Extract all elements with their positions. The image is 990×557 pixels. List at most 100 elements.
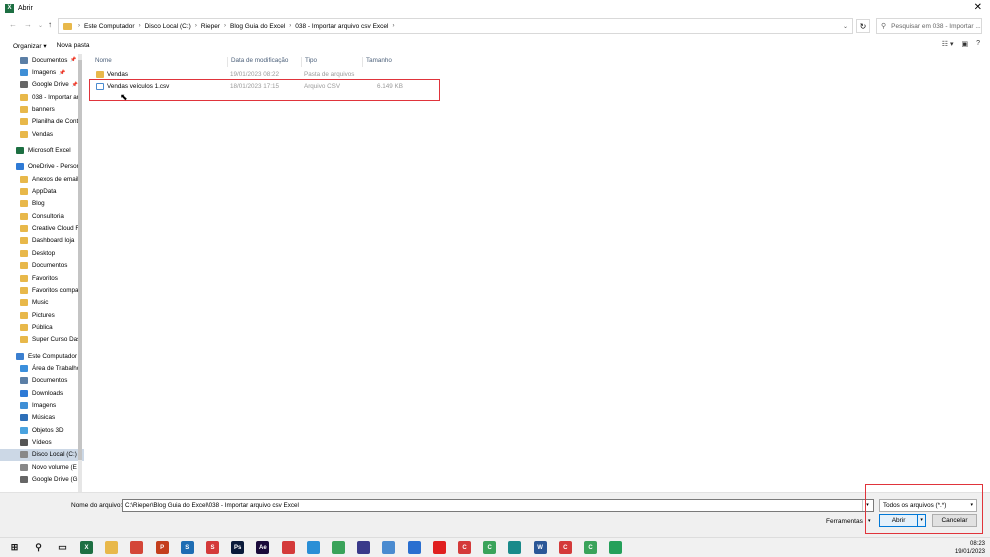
filename-input[interactable]: C:\Rieper\Blog Guia do Excel\038 - Impor…	[122, 499, 874, 512]
app-s-icon[interactable]: S	[206, 541, 219, 554]
new-folder-button[interactable]: Nova pasta	[57, 42, 90, 49]
sidebar-scroll-thumb[interactable]	[78, 60, 82, 460]
sidebar-item-label: banners	[32, 106, 55, 114]
app-green3-icon[interactable]: C	[584, 541, 597, 554]
sidebar-item[interactable]: Objetos 3D	[0, 424, 84, 436]
sidebar-item[interactable]: Dashboard loja	[0, 235, 84, 247]
app-red2-icon[interactable]: C	[558, 541, 572, 554]
sidebar-item[interactable]: Pictures	[0, 309, 84, 321]
chrome-icon[interactable]	[130, 541, 144, 554]
sidebar-item[interactable]: Downloads	[0, 387, 84, 399]
youtube-icon[interactable]	[432, 541, 446, 554]
column-header-size[interactable]: Tamanho	[362, 57, 392, 67]
after-effects-icon[interactable]: Ae	[256, 541, 270, 554]
media-icon[interactable]	[281, 541, 295, 554]
app-red-icon[interactable]: C	[458, 541, 471, 554]
sidebar-item[interactable]: Consultoria	[0, 210, 84, 222]
sidebar-item[interactable]: Super Curso Das	[0, 334, 84, 346]
task-view-icon[interactable]: ▭	[56, 541, 69, 554]
chevron-down-icon[interactable]: ⌄	[843, 23, 848, 30]
file-date: 19/01/2023 08:22	[230, 71, 280, 78]
sidebar-item-label: Google Drive (G:	[32, 476, 80, 484]
sidebar-item-label: Área de Trabalho	[32, 364, 81, 372]
sidebar-item[interactable]: Creative Cloud F	[0, 222, 84, 234]
whatsapp-icon[interactable]	[609, 541, 623, 554]
sidebar-item[interactable]: Documentos	[0, 260, 84, 272]
sidebar-item[interactable]: Desktop	[0, 247, 84, 259]
sidebar-item[interactable]: Blog	[0, 198, 84, 210]
headset-icon[interactable]	[357, 541, 371, 554]
breadcrumb-item[interactable]: Rieper	[201, 23, 220, 30]
view-options-icon[interactable]: ☷ ▾	[942, 40, 954, 48]
sidebar-item[interactable]: Imagens 📌	[0, 66, 84, 78]
sidebar-item[interactable]: banners	[0, 103, 84, 115]
title-bar: X Abrir ✕	[0, 0, 990, 16]
sidebar-item[interactable]: Disco Local (C:)	[0, 448, 84, 461]
sidebar-item[interactable]: Pública	[0, 321, 84, 333]
preview-pane-icon[interactable]: ▣	[961, 40, 968, 48]
breadcrumb-item[interactable]: Blog Guia do Excel	[230, 23, 285, 30]
sidebar-item[interactable]: Favoritos compa	[0, 284, 84, 296]
sidebar-item[interactable]: OneDrive - Persor	[0, 161, 84, 173]
powerpoint-icon[interactable]: P	[155, 541, 169, 554]
edge-icon[interactable]	[508, 541, 522, 554]
notepad-icon[interactable]	[382, 541, 396, 554]
sidebar-item[interactable]: Google Drive 📌	[0, 79, 84, 91]
word-icon[interactable]: W	[533, 541, 547, 554]
sidebar-item-label: Este Computador	[28, 352, 78, 360]
app-blue2-icon[interactable]	[407, 541, 421, 554]
sidebar-item[interactable]: Área de Trabalho	[0, 362, 84, 374]
sidebar-item[interactable]: 038 - Importar ar	[0, 91, 84, 103]
sidebar-item[interactable]: Google Drive (G:	[0, 473, 84, 485]
address-bar[interactable]: › Este Computador › Disco Local (C:) › R…	[58, 18, 853, 34]
sidebar-item[interactable]: Imagens	[0, 399, 84, 411]
forward-arrow-icon[interactable]: →	[24, 20, 32, 29]
breadcrumb-item[interactable]: Disco Local (C:)	[145, 23, 191, 30]
app-green-icon[interactable]	[332, 541, 345, 554]
close-icon[interactable]: ✕	[974, 2, 982, 13]
sidebar-item[interactable]: Vendas	[0, 128, 84, 140]
breadcrumb-item[interactable]: 038 - Importar arquivo csv Excel	[295, 23, 388, 30]
music-icon	[20, 414, 28, 422]
sidebar-item[interactable]: Vídeos	[0, 436, 84, 448]
file-explorer-icon[interactable]	[105, 541, 119, 554]
sidebar-item[interactable]: Este Computador	[0, 350, 84, 362]
sidebar-item[interactable]: Músicas	[0, 412, 84, 424]
sidebar-item[interactable]: Microsoft Excel	[0, 144, 84, 156]
sidebar-item[interactable]: Music	[0, 297, 84, 309]
sidebar-item[interactable]: Anexos de email	[0, 173, 84, 185]
clock-time: 08:23	[969, 541, 985, 547]
app-blue-icon[interactable]	[306, 541, 320, 554]
breadcrumb-item[interactable]: Este Computador	[84, 23, 135, 30]
help-icon[interactable]: ?	[976, 40, 980, 48]
back-arrow-icon[interactable]: ←	[9, 20, 17, 29]
photoshop-icon[interactable]: Ps	[231, 541, 245, 554]
organize-button[interactable]: Organizar ▾	[13, 42, 47, 50]
search-input[interactable]: ⚲ Pesquisar em 038 - Importar ...	[876, 18, 982, 34]
sway-icon[interactable]: S	[180, 541, 194, 554]
app-green2-icon[interactable]: C	[483, 541, 497, 554]
search-icon[interactable]: ⚲	[32, 541, 45, 554]
excel-icon[interactable]: X	[80, 541, 93, 554]
up-arrow-icon[interactable]: ↑	[48, 20, 52, 29]
sidebar-item[interactable]: Favoritos	[0, 272, 84, 284]
start-icon[interactable]: ⊞	[8, 541, 21, 554]
recent-dropdown-icon[interactable]: ⌄	[38, 22, 43, 29]
refresh-icon[interactable]: ↻	[856, 19, 870, 33]
sidebar-item-label: Microsoft Excel	[28, 147, 71, 155]
sidebar-item[interactable]: AppData	[0, 185, 84, 197]
sidebar-item[interactable]: Planilha de Cont	[0, 116, 84, 128]
sidebar-item-label: Anexos de email	[32, 175, 79, 183]
tools-button[interactable]: Ferramentas	[826, 518, 863, 525]
column-header-type[interactable]: Tipo	[301, 57, 317, 67]
system-clock[interactable]: 08:23 19/01/2023	[955, 540, 985, 556]
folder-icon	[20, 106, 28, 114]
sidebar-item[interactable]: Novo volume (E	[0, 461, 84, 473]
sidebar-item-label: Favoritos	[32, 274, 58, 282]
folder-icon	[20, 286, 28, 294]
sidebar-item[interactable]: Documentos	[0, 375, 84, 387]
sidebar-item-label: Downloads	[32, 389, 64, 397]
column-header-name[interactable]: Nome	[92, 57, 112, 67]
sidebar-item[interactable]: Documentos 📌	[0, 54, 84, 66]
column-header-date[interactable]: Data de modificação	[227, 57, 288, 67]
